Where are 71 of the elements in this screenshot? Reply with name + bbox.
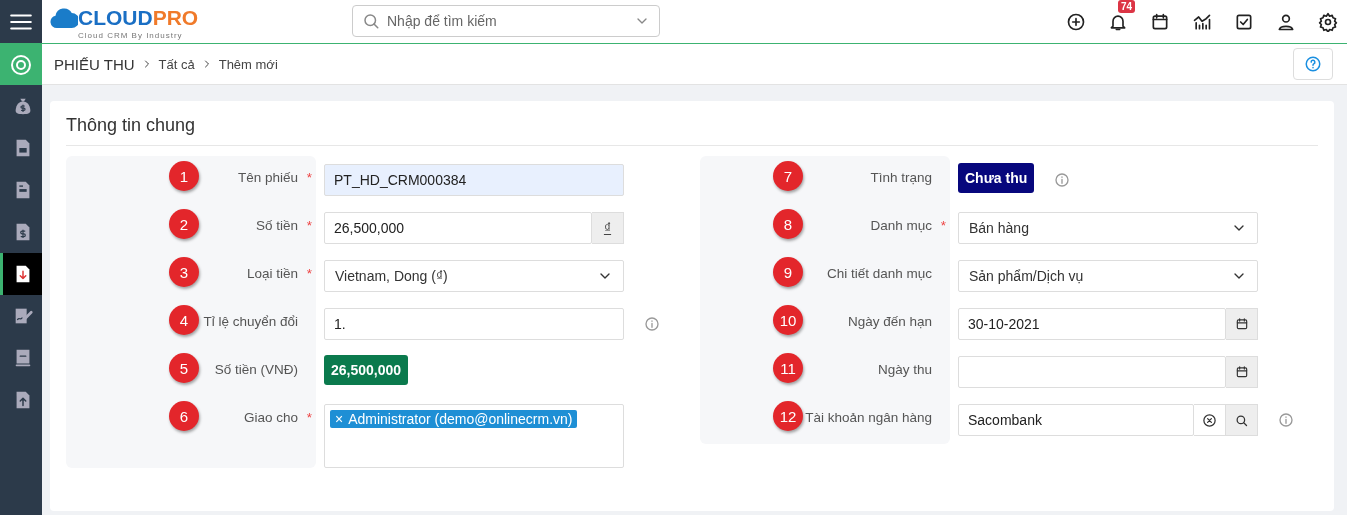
field-label: Tài khoản ngân hàng [805, 410, 932, 425]
step-marker: 11 [773, 353, 803, 383]
clear-button[interactable] [1194, 404, 1226, 436]
step-marker: 10 [773, 305, 803, 335]
date-field[interactable] [958, 356, 1226, 388]
date-field[interactable]: 30-10-2021 [958, 308, 1226, 340]
step-marker: 8 [773, 209, 803, 239]
step-marker: 1 [169, 161, 199, 191]
notification-badge: 74 [1118, 0, 1136, 13]
required-asterisk: * [306, 266, 312, 281]
calendar-icon [1234, 365, 1249, 379]
step-marker: 4 [169, 305, 199, 335]
user-tag[interactable]: × Administrator (demo@onlinecrm.vn) [330, 410, 578, 428]
select-field[interactable]: Bán hàng [958, 212, 1258, 244]
breadcrumb-item: Thêm mới [218, 56, 278, 72]
step-marker: 2 [169, 209, 199, 239]
step-marker: 12 [773, 401, 803, 431]
tags-field[interactable]: × Administrator (demo@onlinecrm.vn) [324, 404, 624, 468]
step-marker: 7 [773, 161, 803, 191]
field-label: Tên phiếu [237, 170, 298, 185]
sidebar-item[interactable] [0, 253, 42, 295]
field-label: Danh mục [870, 218, 932, 233]
select-field[interactable]: Sản phẩm/Dịch vụ [958, 260, 1258, 292]
field-label: Số tiền [255, 218, 298, 233]
add-icon[interactable] [1066, 11, 1086, 32]
step-marker: 9 [773, 257, 803, 287]
help-button[interactable] [1293, 48, 1333, 80]
required-asterisk: * [306, 218, 312, 233]
info-icon [644, 316, 660, 332]
calendar-button[interactable] [1226, 356, 1258, 388]
search-button[interactable] [1226, 404, 1258, 436]
field-label: Loại tiền [246, 266, 298, 281]
target-icon[interactable] [9, 52, 33, 77]
field-label: Tình trạng [870, 170, 932, 185]
search-field[interactable]: Nhập để tìm kiếm [352, 5, 660, 37]
field-label: Chi tiết danh mục [826, 266, 932, 281]
calendar-icon[interactable] [1150, 11, 1170, 32]
select-field[interactable]: Vietnam, Dong (₫) [324, 260, 624, 292]
search-icon [362, 12, 380, 30]
field-label: Tỉ lệ chuyển đổi [203, 314, 298, 329]
clear-icon [1202, 412, 1217, 428]
chart-icon[interactable] [1192, 11, 1212, 32]
step-marker: 3 [169, 257, 199, 287]
field-label: Ngày đến hạn [847, 314, 932, 329]
field-label: Số tiền (VNĐ) [214, 362, 298, 377]
required-asterisk: * [306, 170, 312, 185]
info-icon [1278, 412, 1294, 428]
currency-addon: ₫ [592, 212, 624, 244]
logo-text-accent: PRO [152, 6, 199, 29]
step-marker: 6 [169, 401, 199, 431]
text-field[interactable]: PT_HD_CRM000384 [324, 164, 624, 196]
help-icon [1304, 55, 1322, 73]
info-icon [1054, 172, 1071, 188]
section-title: Thông tin chung [66, 115, 1318, 146]
settings-icon[interactable] [1318, 11, 1338, 32]
logo-tagline: Cloud CRM By Industry [78, 31, 184, 40]
step-marker: 5 [169, 353, 199, 383]
breadcrumb-item[interactable]: PHIẾU THU [54, 55, 135, 73]
field-label: Ngày thu [877, 362, 932, 377]
field-label: Giao cho [243, 410, 298, 425]
breadcrumb-item[interactable]: Tất cả [158, 56, 195, 72]
text-field[interactable]: 1. [324, 308, 624, 340]
calendar-icon [1234, 317, 1249, 331]
required-asterisk: * [306, 410, 312, 425]
required-asterisk: * [940, 218, 946, 233]
lookup-field[interactable]: Sacombank [958, 404, 1194, 436]
logo-text: CLOUD [78, 6, 153, 29]
value-badge: Chưa thu [958, 163, 1035, 193]
amount-field[interactable]: 26,500,000 [324, 212, 592, 244]
calendar-button[interactable] [1226, 308, 1258, 340]
value-badge: 26,500,000 [324, 355, 409, 385]
